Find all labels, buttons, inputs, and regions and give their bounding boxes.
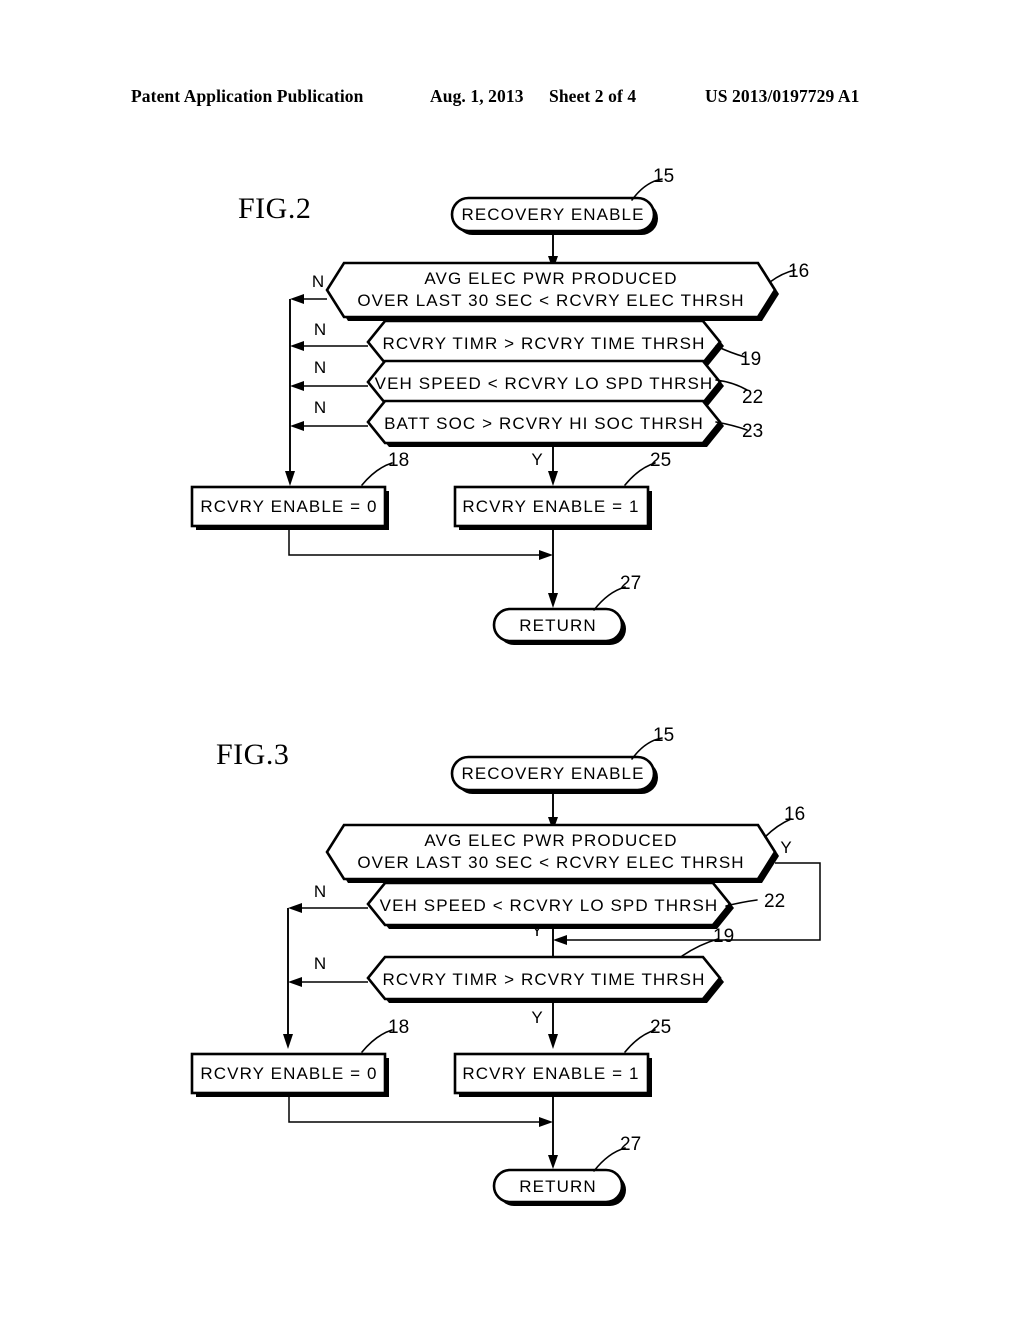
fig3-decision1-line2: OVER LAST 30 SEC < RCVRY ELEC THRSH [357,853,744,872]
fig2-process-off-label: RCVRY ENABLE = 0 [200,497,377,516]
fig2-ref-22: 22 [742,387,763,408]
fig2-decision4-label: BATT SOC > RCVRY HI SOC THRSH [384,414,704,433]
fig3-decision-avg-elec-pwr: AVG ELEC PWR PRODUCED OVER LAST 30 SEC <… [325,823,779,883]
fig3-process-off-label: RCVRY ENABLE = 0 [200,1064,377,1083]
fig2-ref-27: 27 [620,573,641,594]
fig3-ref-25: 25 [650,1017,671,1038]
fig2-branch-y-main: Y [531,450,542,469]
fig2-process-enable-0: RCVRY ENABLE = 0 [190,485,389,530]
fig2-ref-16: 16 [788,261,809,282]
figure-3-title: FIG.3 [216,738,289,771]
fig3-decision3-label: RCVRY TIMR > RCVRY TIME THRSH [382,970,705,989]
page-header: Patent Application Publication Aug. 1, 2… [0,86,1024,112]
fig2-decision-batt-soc: BATT SOC > RCVRY HI SOC THRSH [366,399,724,447]
fig2-decision1-line1: AVG ELEC PWR PRODUCED [424,269,677,288]
fig2-process-enable-1: RCVRY ENABLE = 1 [453,485,652,530]
fig3-start-node: RECOVERY ENABLE [450,755,658,794]
fig2-ref-23: 23 [742,421,763,442]
header-patent-number: US 2013/0197729 A1 [705,86,860,106]
fig2-end-label: RETURN [519,616,596,635]
fig3-ref-19: 19 [713,926,734,947]
figure-3: FIG.3 RECOVERY ENABLE 15 AVG ELEC PWR PR… [0,720,1024,1220]
fig3-decision-rcvry-timr: RCVRY TIMR > RCVRY TIME THRSH [366,955,724,1003]
fig3-process-enable-1: RCVRY ENABLE = 1 [453,1052,652,1097]
header-publication: Patent Application Publication [131,86,364,106]
fig2-branch-n2: N [314,320,326,339]
fig3-decision-veh-speed: VEH SPEED < RCVRY LO SPD THRSH [366,881,734,929]
fig2-ref-18: 18 [388,450,409,471]
fig3-process-enable-0: RCVRY ENABLE = 0 [190,1052,389,1097]
fig3-branch-y-main: Y [531,1008,542,1027]
figure-2: FIG.2 RECOVERY ENABLE 15 AVG ELEC PWR PR… [0,160,1024,660]
fig2-start-label: RECOVERY ENABLE [461,205,644,224]
fig3-decision1-line1: AVG ELEC PWR PRODUCED [424,831,677,850]
fig3-branch-y-bypass: Y [780,838,791,857]
fig2-ref-19: 19 [740,349,761,370]
fig3-branch-n1: N [314,882,326,901]
fig2-decision1-line2: OVER LAST 30 SEC < RCVRY ELEC THRSH [357,291,744,310]
fig3-ref-18: 18 [388,1017,409,1038]
fig3-branch-y-mid: Y [531,921,542,940]
fig2-branch-n3: N [314,358,326,377]
fig3-process-on-label: RCVRY ENABLE = 1 [462,1064,639,1083]
fig3-end-node: RETURN [492,1168,626,1206]
fig3-decision2-label: VEH SPEED < RCVRY LO SPD THRSH [380,896,719,915]
fig3-ref-16: 16 [784,804,805,825]
fig3-ref-22: 22 [764,891,785,912]
header-date: Aug. 1, 2013 [430,86,524,106]
fig2-process-on-label: RCVRY ENABLE = 1 [462,497,639,516]
fig3-ref-27: 27 [620,1134,641,1155]
fig2-ref-25: 25 [650,450,671,471]
fig3-ref-15: 15 [653,725,674,746]
fig2-branch-n4: N [314,398,326,417]
fig2-start-node: RECOVERY ENABLE [450,196,658,235]
figure-2-title: FIG.2 [238,192,311,225]
fig3-branch-n2: N [314,954,326,973]
fig2-decision3-label: VEH SPEED < RCVRY LO SPD THRSH [375,374,714,393]
fig2-ref-15: 15 [653,166,674,187]
fig2-branch-n1: N [312,272,324,291]
fig3-end-label: RETURN [519,1177,596,1196]
fig2-decision2-label: RCVRY TIMR > RCVRY TIME THRSH [382,334,705,353]
fig3-start-label: RECOVERY ENABLE [461,764,644,783]
fig2-decision-avg-elec-pwr: AVG ELEC PWR PRODUCED OVER LAST 30 SEC <… [325,261,779,321]
fig2-end-node: RETURN [492,607,626,645]
header-sheet: Sheet 2 of 4 [549,86,637,106]
